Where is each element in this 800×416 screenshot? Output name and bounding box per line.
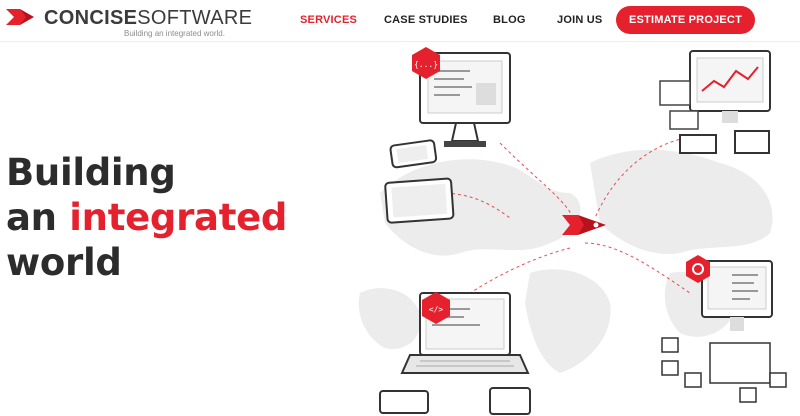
brand-name: CONCISESOFTWARE (44, 7, 252, 30)
nav-item-blog[interactable]: BLOG (493, 14, 526, 26)
hero-line-2: an integrated (6, 195, 287, 240)
nav-item-join-us[interactable]: JOIN US (557, 14, 602, 26)
brand-tagline: Building an integrated world. (124, 29, 225, 38)
hero-line-3: world (6, 241, 122, 284)
logo-mark-icon (6, 9, 34, 25)
brand-name-bold: CONCISE (44, 7, 138, 29)
brand-name-light: SOFTWARE (137, 7, 253, 29)
estimate-project-button[interactable]: ESTIMATE PROJECT (616, 6, 755, 34)
small-devices-illustration (379, 387, 531, 415)
hero-line-2-prefix: an (6, 196, 70, 239)
analytics-monitor-illustration (689, 50, 771, 123)
top-navigation-bar: CONCISESOFTWARE Building an integrated w… (0, 0, 800, 42)
tablet-illustration (384, 177, 455, 224)
laptop-illustration (400, 292, 530, 374)
hero-heading: Building an integrated world (6, 150, 287, 285)
nav-item-case-studies[interactable]: CASE STUDIES (384, 14, 468, 26)
server-cubes-illustration (661, 337, 787, 403)
badge-label-code: </> (429, 305, 444, 314)
badge-label-curly: {...} (414, 60, 438, 69)
brand-logo[interactable]: CONCISESOFTWARE Building an integrated w… (6, 4, 252, 38)
hero-line-1: Building (6, 151, 176, 194)
hero-illustration: {...} </> (358, 47, 787, 415)
nav-item-services[interactable]: SERVICES (300, 14, 357, 26)
hero-line-2-accent: integrated (69, 196, 288, 239)
smartphone-illustration (389, 139, 438, 169)
